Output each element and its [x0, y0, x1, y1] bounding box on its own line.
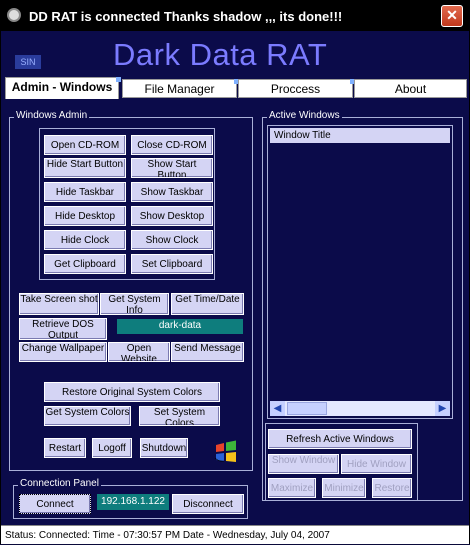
- app-icon[interactable]: [7, 8, 21, 22]
- app-window: DD RAT is connected Thanks shadow ,,, it…: [0, 0, 470, 544]
- set-clipboard-button[interactable]: Set Clipboard: [131, 254, 213, 274]
- retrieve-dos-output-button[interactable]: Retrieve DOS Output: [19, 318, 107, 340]
- window-title-column-header[interactable]: Window Title: [270, 128, 450, 143]
- tab-label: About: [394, 82, 427, 96]
- hide-taskbar-button[interactable]: Hide Taskbar: [44, 182, 126, 202]
- window-title: DD RAT is connected Thanks shadow ,,, it…: [29, 9, 343, 24]
- show-clock-button[interactable]: Show Clock: [131, 230, 213, 250]
- windows-flag-icon: [214, 440, 236, 462]
- tab-admin-windows[interactable]: Admin - Windows: [5, 77, 121, 99]
- hide-clock-button[interactable]: Hide Clock: [44, 230, 126, 250]
- tab-label: Admin - Windows: [11, 80, 113, 94]
- restore-button[interactable]: Restore: [372, 478, 412, 498]
- dos-output-field[interactable]: dark-data: [117, 319, 243, 334]
- minimize-button[interactable]: Minimize: [322, 478, 366, 498]
- close-icon: ✕: [446, 7, 458, 23]
- logoff-button[interactable]: Logoff: [92, 438, 132, 458]
- connect-button[interactable]: Connect: [19, 494, 91, 514]
- banner: SIN Dark Data RAT: [1, 31, 469, 77]
- restart-button[interactable]: Restart: [44, 438, 86, 458]
- close-cdrom-button[interactable]: Close CD-ROM: [131, 135, 213, 155]
- horizontal-scrollbar[interactable]: ◀ ▶: [270, 401, 450, 416]
- sin-badge: SIN: [15, 55, 41, 69]
- tab-strip: Admin - Windows File Manager Proccess Ab…: [5, 77, 467, 99]
- open-website-button[interactable]: Open Website: [108, 342, 170, 362]
- scroll-left-icon[interactable]: ◀: [270, 401, 285, 416]
- status-bar: Status: Connected: Time - 07:30:57 PM Da…: [1, 525, 469, 544]
- change-wallpaper-button[interactable]: Change Wallpaper: [19, 342, 107, 362]
- scroll-right-icon[interactable]: ▶: [435, 401, 450, 416]
- close-button[interactable]: ✕: [441, 5, 463, 27]
- get-time-date-button[interactable]: Get Time/Date: [171, 293, 244, 315]
- disconnect-button[interactable]: Disconnect: [172, 494, 244, 514]
- app-logo: Dark Data RAT: [113, 37, 328, 72]
- take-screenshot-button[interactable]: Take Screen shot: [19, 293, 99, 315]
- active-windows-legend: Active Windows: [267, 110, 342, 121]
- shutdown-button[interactable]: Shutdown: [140, 438, 188, 458]
- restore-system-colors-button[interactable]: Restore Original System Colors: [44, 382, 220, 402]
- show-taskbar-button[interactable]: Show Taskbar: [131, 182, 213, 202]
- scroll-thumb[interactable]: [287, 402, 327, 415]
- show-window-button[interactable]: Show Window: [268, 454, 339, 474]
- refresh-active-windows-button[interactable]: Refresh Active Windows: [268, 429, 412, 449]
- get-system-colors-button[interactable]: Get System Colors: [44, 406, 131, 426]
- open-cdrom-button[interactable]: Open CD-ROM: [44, 135, 126, 155]
- tab-proccess[interactable]: Proccess: [238, 79, 355, 98]
- set-system-colors-button[interactable]: Set System Colors: [139, 406, 220, 426]
- hide-window-button[interactable]: Hide Window: [341, 454, 412, 474]
- maximize-button[interactable]: Maximize: [268, 478, 316, 498]
- hide-start-button[interactable]: Hide Start Button: [44, 158, 126, 178]
- send-message-button[interactable]: Send Message: [171, 342, 244, 362]
- show-desktop-button[interactable]: Show Desktop: [131, 206, 213, 226]
- windows-admin-legend: Windows Admin: [14, 110, 90, 121]
- tab-about[interactable]: About: [354, 79, 467, 98]
- active-windows-list[interactable]: Window Title ◀ ▶: [267, 125, 453, 419]
- show-start-button[interactable]: Show Start Button: [131, 158, 213, 178]
- connection-panel-legend: Connection Panel: [18, 478, 101, 489]
- hide-desktop-button[interactable]: Hide Desktop: [44, 206, 126, 226]
- get-clipboard-button[interactable]: Get Clipboard: [44, 254, 126, 274]
- get-system-info-button[interactable]: Get System Info: [100, 293, 169, 315]
- ip-address-field[interactable]: 192.168.1.122: [97, 494, 169, 510]
- tab-label: File Manager: [144, 82, 215, 96]
- tab-label: Proccess: [270, 82, 321, 96]
- title-bar: DD RAT is connected Thanks shadow ,,, it…: [1, 1, 469, 31]
- tab-file-manager[interactable]: File Manager: [122, 79, 239, 98]
